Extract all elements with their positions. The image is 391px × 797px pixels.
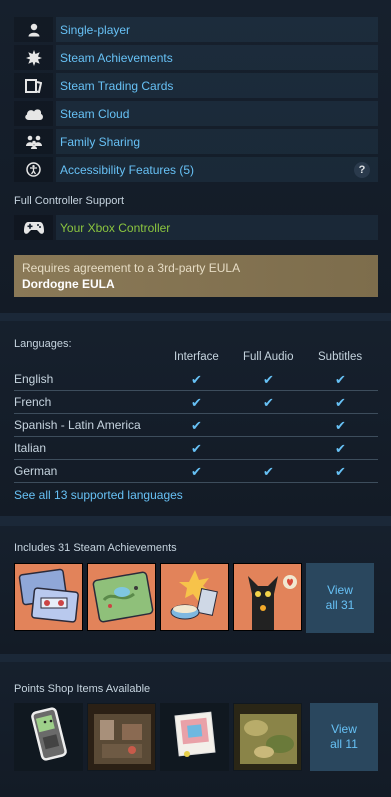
- help-badge[interactable]: ?: [354, 161, 370, 178]
- photo-frame-sticker-image: [174, 711, 216, 757]
- view-all-count: all 11: [330, 737, 358, 751]
- controller-section-title: Full Controller Support: [14, 195, 125, 207]
- language-name: Italian: [14, 441, 47, 455]
- cloud-icon: [14, 101, 53, 126]
- black-cat-image: [234, 564, 301, 630]
- feature-label: Steam Trading Cards: [56, 73, 378, 98]
- trading-cards-icon: [14, 73, 53, 98]
- phone-sticker-image: [31, 707, 67, 761]
- check-icon: ✔: [191, 395, 202, 410]
- check-icon: ✔: [335, 441, 346, 456]
- feature-single-player[interactable]: Single-player: [14, 17, 378, 42]
- cassette-tapes-image: [15, 564, 82, 630]
- check-icon: ✔: [191, 441, 202, 456]
- achievement-thumbnail[interactable]: [233, 563, 302, 631]
- table-row: Italian ✔ ✔: [14, 437, 378, 460]
- points-item-thumbnail[interactable]: [233, 703, 302, 771]
- check-icon: ✔: [335, 395, 346, 410]
- feature-steam-trading-cards[interactable]: Steam Trading Cards: [14, 73, 378, 98]
- check-icon: ✔: [263, 395, 274, 410]
- feature-label: Your Xbox Controller: [56, 215, 378, 240]
- check-icon: ✔: [191, 418, 202, 433]
- check-icon: ✔: [191, 372, 202, 387]
- view-all-label: View: [327, 583, 353, 597]
- feature-label: Steam Achievements: [56, 45, 378, 70]
- language-name: German: [14, 464, 58, 478]
- language-name: English: [14, 372, 54, 386]
- table-row: French ✔ ✔ ✔: [14, 391, 378, 414]
- languages-title: Languages:: [14, 338, 72, 350]
- points-item-thumbnail[interactable]: [160, 703, 229, 771]
- map-board-image: [88, 564, 155, 630]
- feature-xbox-controller[interactable]: Your Xbox Controller: [14, 215, 378, 240]
- feature-label: Single-player: [56, 17, 378, 42]
- check-icon: ✔: [263, 372, 274, 387]
- column-header-interface: Interface: [174, 351, 219, 363]
- achievements-title: Includes 31 Steam Achievements: [14, 542, 177, 554]
- see-all-languages-link[interactable]: See all 13 supported languages: [14, 488, 183, 502]
- view-all-label: View: [331, 722, 357, 736]
- achievement-thumbnail[interactable]: [87, 563, 156, 631]
- column-header-full-audio: Full Audio: [243, 351, 294, 363]
- feature-label: Accessibility Features (5) ?: [56, 157, 378, 182]
- points-shop-title: Points Shop Items Available: [14, 683, 151, 695]
- feature-label: Family Sharing: [56, 129, 378, 154]
- feature-family-sharing[interactable]: Family Sharing: [14, 129, 378, 154]
- points-item-thumbnail[interactable]: [14, 703, 83, 771]
- family-icon: [14, 129, 53, 154]
- view-all-points-items-button[interactable]: View all 11: [310, 703, 378, 771]
- language-name: Spanish - Latin America: [14, 418, 141, 432]
- eula-notice[interactable]: Requires agreement to a 3rd-party EULA D…: [14, 255, 378, 297]
- eula-notice-text: Requires agreement to a 3rd-party EULA: [22, 261, 241, 275]
- view-all-achievements-button[interactable]: View all 31: [306, 563, 374, 633]
- language-name: French: [14, 395, 52, 409]
- feature-label-text: Accessibility Features (5): [60, 162, 195, 177]
- table-row: German ✔ ✔ ✔: [14, 460, 378, 483]
- feature-accessibility[interactable]: Accessibility Features (5) ?: [14, 157, 378, 182]
- points-item-thumbnail[interactable]: [87, 703, 156, 771]
- feature-label: Steam Cloud: [56, 101, 378, 126]
- table-row: English ✔ ✔ ✔: [14, 368, 378, 391]
- table-row: Spanish - Latin America ✔ ✔: [14, 414, 378, 437]
- check-icon: ✔: [335, 372, 346, 387]
- achievement-burst-icon: [14, 45, 53, 70]
- column-header-subtitles: Subtitles: [318, 351, 363, 363]
- gamepad-icon: [14, 215, 53, 240]
- accessibility-icon: [14, 157, 53, 182]
- achievement-thumbnail[interactable]: [160, 563, 229, 631]
- feature-steam-cloud[interactable]: Steam Cloud: [14, 101, 378, 126]
- person-icon: [14, 17, 53, 42]
- blurred-landscape-image: [240, 714, 297, 764]
- check-icon: ✔: [335, 464, 346, 479]
- achievement-thumbnail[interactable]: [14, 563, 83, 631]
- blurred-room-image: [94, 714, 151, 764]
- view-all-count: all 31: [325, 598, 355, 612]
- feature-steam-achievements[interactable]: Steam Achievements: [14, 45, 378, 70]
- check-icon: ✔: [191, 464, 202, 479]
- bowl-and-milk-image: [161, 564, 228, 630]
- check-icon: ✔: [263, 464, 274, 479]
- eula-name: Dordogne EULA: [22, 277, 115, 291]
- check-icon: ✔: [335, 418, 346, 433]
